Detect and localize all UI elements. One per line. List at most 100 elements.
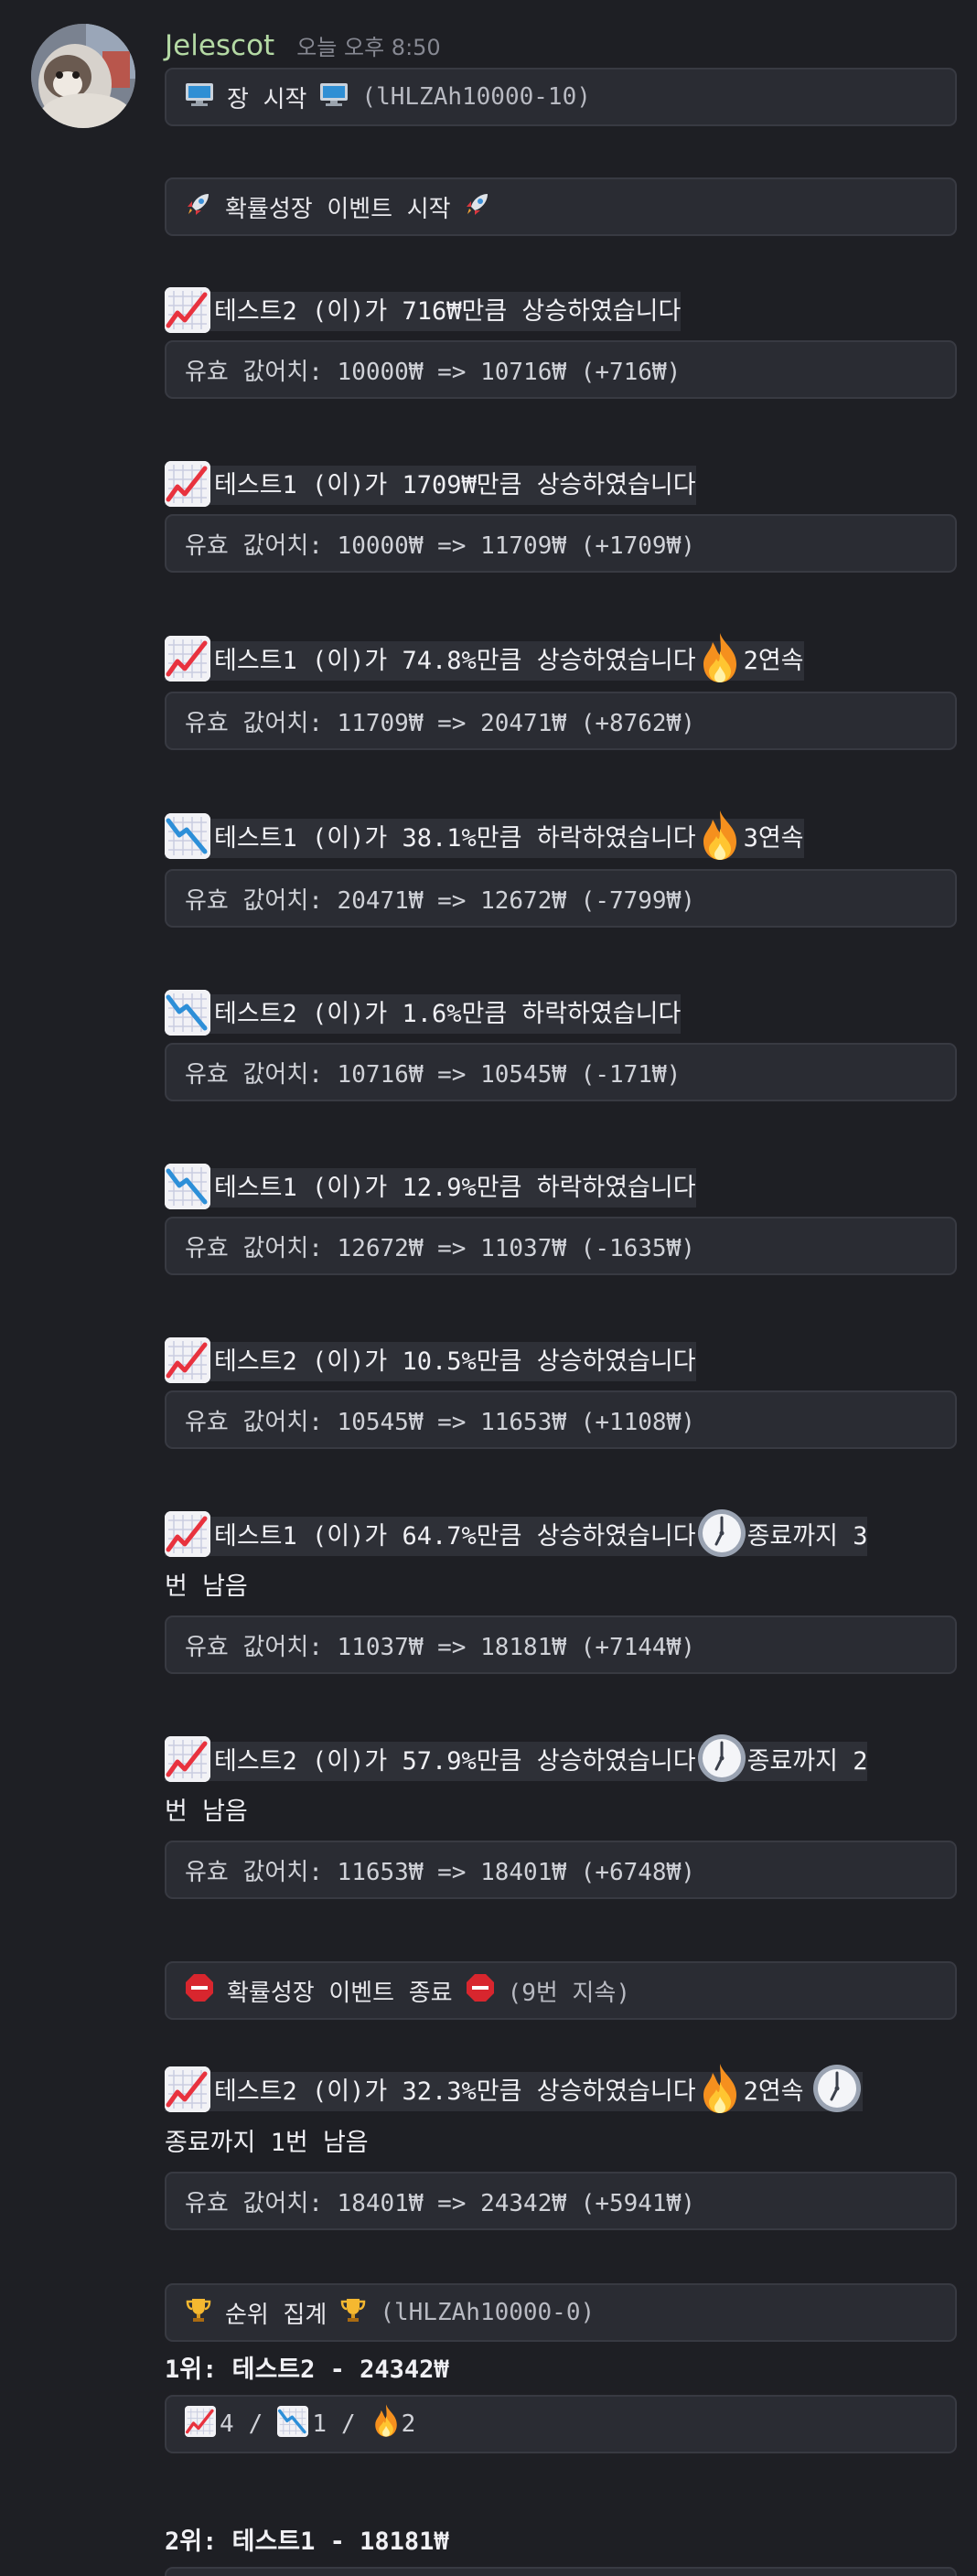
monitor-icon: [319, 81, 349, 107]
remaining-text: 종료까지 2: [746, 1746, 868, 1776]
message-content: 장 시작 (lHLZAh10000-10) 확률성장 이벤트 시작 테스트2 (…: [165, 68, 957, 2576]
value-block: 유효 값어치: 10000₩ => 11709₩ (+1709₩): [165, 514, 957, 573]
chart-decreasing-icon: [165, 1163, 210, 1209]
update-text: 테스트2 (이)가 716₩만큼 상승하였습니다: [214, 297, 682, 326]
event-start-block: 확률성장 이벤트 시작: [165, 177, 957, 236]
rocket-icon: [185, 190, 212, 218]
update-line: 테스트1 (이)가 12.9%만큼 하락하였습니다: [165, 1163, 957, 1213]
value-block: 유효 값어치: 10545₩ => 11653₩ (+1108₩): [165, 1390, 957, 1449]
final-update-text: 테스트2 (이)가 32.3%만큼 상승하였습니다: [214, 2077, 696, 2106]
streak-text: 3연속: [743, 823, 804, 853]
final-update: 테스트2 (이)가 32.3%만큼 상승하였습니다 2연속 종료까지 1번 남음 …: [165, 2066, 957, 2230]
market-start-label: 장 시작: [227, 85, 307, 113]
timestamp: 오늘 오후 8:50: [296, 35, 441, 60]
value-block: 유효 값어치: 11037₩ => 18181₩ (+7144₩): [165, 1615, 957, 1674]
final-update-streak: 2연속: [743, 2077, 804, 2106]
ranking-stats: 3/2/3: [165, 2567, 957, 2576]
down-count: 1: [312, 2410, 327, 2438]
separator: /: [248, 2410, 263, 2438]
fire-icon: [696, 809, 744, 862]
final-update-remaining: 종료까지 1번 남음: [165, 2129, 369, 2157]
update-text: 테스트1 (이)가 64.7%만큼 상승하였습니다: [214, 1521, 696, 1551]
stop-sign-icon: [466, 1973, 495, 2002]
update-item: 테스트2 (이)가 57.9%만큼 상승하였습니다 종료까지 2 번 남음유효 값어…: [165, 1736, 957, 1961]
avatar[interactable]: [31, 24, 135, 128]
chart-decreasing-icon: [165, 813, 210, 859]
username[interactable]: Jelescot: [165, 29, 274, 62]
update-item: 테스트2 (이)가 716₩만큼 상승하였습니다유효 값어치: 10000₩ =…: [165, 286, 957, 461]
up-count: 4: [220, 2410, 234, 2438]
streak-text: 2연속: [743, 646, 804, 675]
value-block: 유효 값어치: 20471₩ => 12672₩ (-7799₩): [165, 869, 957, 928]
event-end-label: 확률성장 이벤트 종료: [227, 1979, 453, 2007]
fire-icon: [696, 2062, 744, 2115]
ranking-list: 1위: 테스트2 - 24342₩ 4 / 1 / 2 2위: 테스트1 - 18181₩ 3…: [165, 2342, 957, 2576]
stop-sign-icon: [185, 1973, 214, 2002]
value-block: 유효 값어치: 10000₩ => 10716₩ (+716₩): [165, 340, 957, 399]
update-line: 테스트1 (이)가 38.1%만큼 하락하였습니다 3연속: [165, 812, 957, 865]
separator: /: [340, 2410, 356, 2438]
chart-decreasing-icon: [277, 2406, 309, 2437]
update-item: 테스트1 (이)가 1709₩만큼 상승하였습니다유효 값어치: 10000₩ …: [165, 460, 957, 635]
chart-increasing-icon: [165, 460, 210, 507]
update-text: 테스트2 (이)가 1.6%만큼 하락하였습니다: [214, 1000, 682, 1028]
update-item: 테스트2 (이)가 10.5%만큼 상승하였습니다유효 값어치: 10545₩ …: [165, 1336, 957, 1511]
ranking-header-code: (lHLZAh10000-0): [380, 2299, 596, 2326]
remaining-wrap: 번 남음: [165, 1798, 248, 1826]
monitor-icon: [185, 81, 214, 107]
clock-icon: [696, 1733, 747, 1784]
chart-increasing-icon: [165, 636, 210, 682]
clock-icon: [811, 2063, 863, 2114]
ranking-header-label: 순위 집계: [225, 2301, 327, 2329]
update-line: 테스트2 (이)가 1.6%만큼 하락하였습니다: [165, 989, 957, 1039]
update-text: 테스트1 (이)가 12.9%만큼 하락하였습니다: [214, 1174, 696, 1202]
update-line: 테스트2 (이)가 57.9%만큼 상승하였습니다 종료까지 2: [165, 1736, 957, 1787]
chart-increasing-icon: [185, 2406, 216, 2437]
market-start-code: (lHLZAh10000-10): [361, 83, 591, 111]
update-line: 테스트1 (이)가 64.7%만큼 상승하였습니다 종료까지 3: [165, 1511, 957, 1562]
market-start-block: 장 시작 (lHLZAh10000-10): [165, 68, 957, 126]
update-line: 테스트1 (이)가 1709₩만큼 상승하였습니다: [165, 460, 957, 510]
ranking-title: 1위: 테스트2 - 24342₩: [165, 2356, 449, 2384]
remaining-wrap: 번 남음: [165, 1572, 248, 1601]
update-item: 테스트1 (이)가 64.7%만큼 상승하였습니다 종료까지 3 번 남음유효 값어…: [165, 1511, 957, 1736]
update-text: 테스트1 (이)가 74.8%만큼 상승하였습니다: [214, 646, 696, 675]
value-block: 유효 값어치: 11653₩ => 18401₩ (+6748₩): [165, 1841, 957, 1899]
update-text: 테스트2 (이)가 10.5%만큼 상승하였습니다: [214, 1347, 696, 1376]
event-end-duration: (9번 지속): [507, 1979, 630, 2007]
update-item: 테스트2 (이)가 1.6%만큼 하락하였습니다유효 값어치: 10716₩ =…: [165, 989, 957, 1164]
update-line: 테스트2 (이)가 10.5%만큼 상승하였습니다: [165, 1336, 957, 1387]
chart-increasing-icon: [165, 286, 210, 333]
update-text: 테스트1 (이)가 38.1%만큼 하락하였습니다: [214, 823, 696, 853]
clock-icon: [696, 1508, 747, 1559]
update-item: 테스트1 (이)가 38.1%만큼 하락하였습니다 3연속유효 값어치: 2047…: [165, 812, 957, 990]
trophy-icon: [339, 2296, 367, 2324]
updates-list: 테스트2 (이)가 716₩만큼 상승하였습니다유효 값어치: 10000₩ =…: [165, 286, 957, 1961]
fire-icon: [370, 2403, 402, 2438]
rocket-icon: [464, 190, 491, 218]
ranking-title: 2위: 테스트1 - 18181₩: [165, 2528, 449, 2556]
remaining-text: 종료까지 3: [746, 1521, 868, 1551]
update-text: 테스트1 (이)가 1709₩만큼 상승하였습니다: [214, 471, 696, 499]
message-header: Jelescot 오늘 오후 8:50: [165, 29, 441, 70]
value-block: 유효 값어치: 11709₩ => 20471₩ (+8762₩): [165, 692, 957, 750]
update-item: 테스트1 (이)가 12.9%만큼 하락하였습니다유효 값어치: 12672₩ …: [165, 1163, 957, 1337]
update-line: 테스트1 (이)가 74.8%만큼 상승하였습니다 2연속: [165, 635, 957, 688]
value-block: 유효 값어치: 12672₩ => 11037₩ (-1635₩): [165, 1217, 957, 1275]
fire-icon: [696, 631, 744, 684]
ranking-stats: 4 / 1 / 2: [165, 2395, 957, 2453]
chart-increasing-icon: [165, 2066, 210, 2112]
chart-increasing-icon: [165, 1511, 210, 1557]
update-text: 테스트2 (이)가 57.9%만큼 상승하였습니다: [214, 1746, 696, 1776]
trophy-icon: [185, 2296, 212, 2324]
ranking-header-block: 순위 집계 (lHLZAh10000-0): [165, 2283, 957, 2342]
chart-decreasing-icon: [165, 989, 210, 1036]
event-end-block: 확률성장 이벤트 종료 (9번 지속): [165, 1961, 957, 2020]
value-block: 유효 값어치: 10716₩ => 10545₩ (-171₩): [165, 1043, 957, 1101]
update-line: 테스트2 (이)가 716₩만큼 상승하였습니다: [165, 286, 957, 337]
chart-increasing-icon: [165, 1336, 210, 1383]
final-update-value: 유효 값어치: 18401₩ => 24342₩ (+5941₩): [165, 2172, 957, 2230]
event-start-label: 확률성장 이벤트 시작: [225, 195, 451, 223]
fire-count: 2: [401, 2410, 416, 2438]
chart-increasing-icon: [165, 1736, 210, 1782]
